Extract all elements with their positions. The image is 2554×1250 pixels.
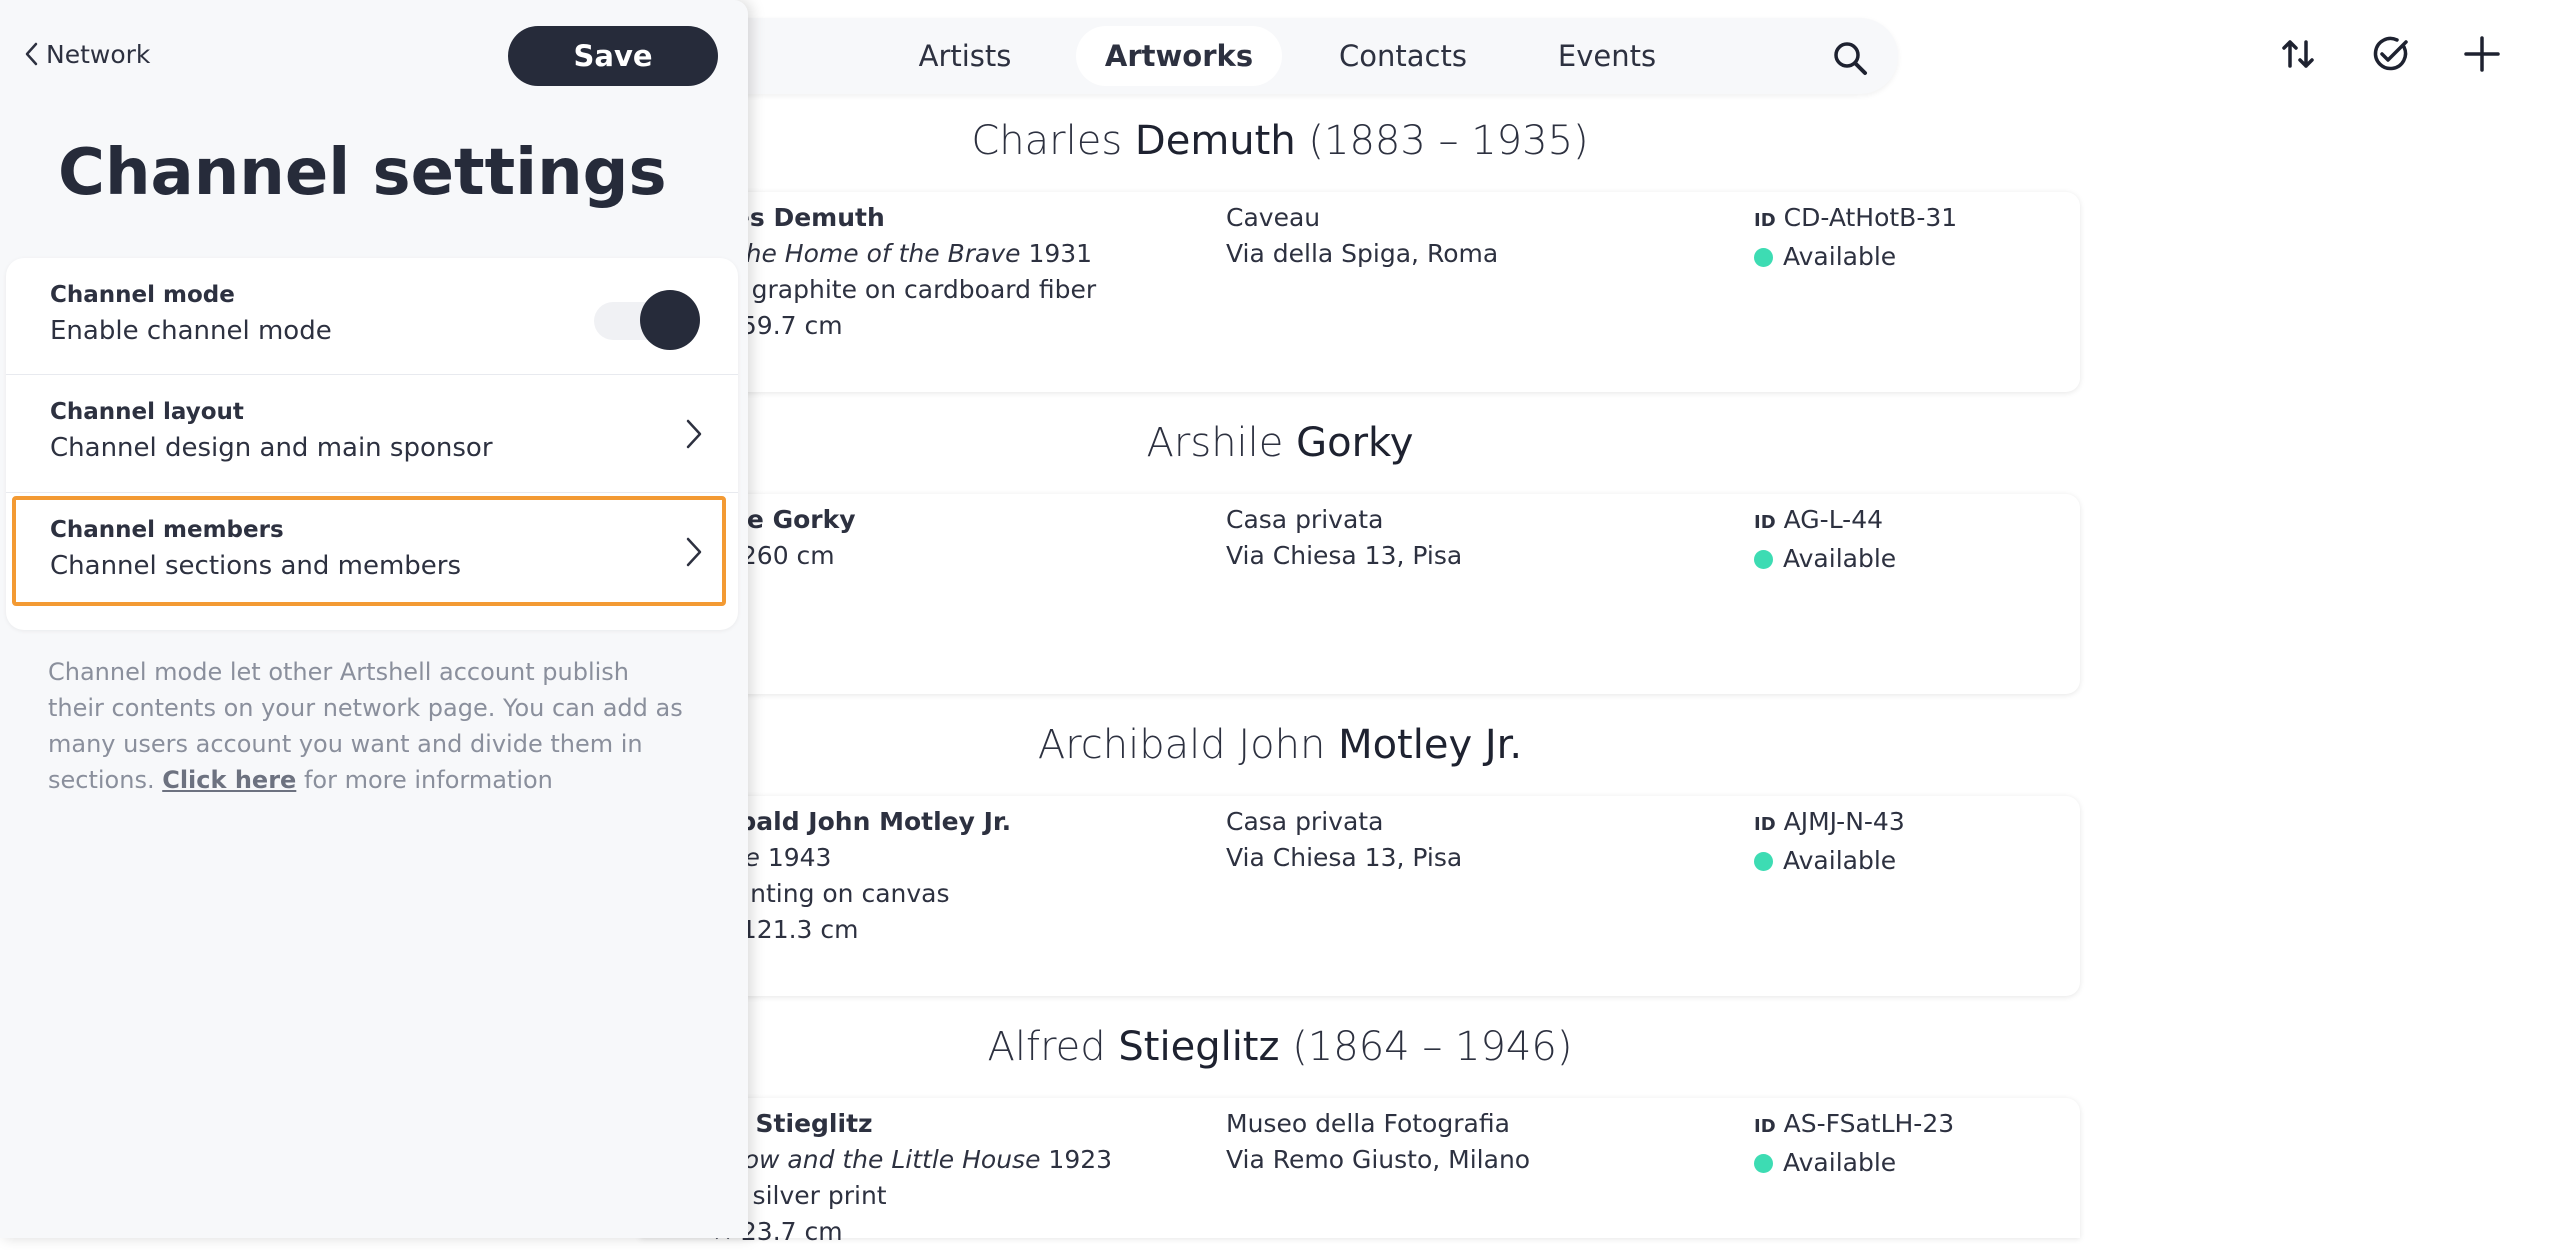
artwork-id-status: ID CD-AtHotB-31 Available: [1754, 200, 1957, 275]
artist-first-name: Archibald John: [1037, 722, 1326, 768]
artist-first-name: Charles: [971, 118, 1123, 164]
artist-heading: Alfred Stieglitz (1864 – 1946): [600, 1024, 1960, 1070]
artwork-title: Snow and the Little House: [712, 1145, 1041, 1174]
back-label: Network: [46, 40, 151, 69]
tab-events[interactable]: Events: [1522, 26, 1692, 86]
tab-artists[interactable]: Artists: [880, 26, 1050, 86]
artwork-artist: hibald John Motley Jr.: [712, 807, 1012, 836]
status-dot: [1754, 852, 1773, 871]
artwork-year: 1931: [1028, 239, 1093, 268]
artwork-details: ed Stieglitz Snow and the Little House 1…: [712, 1106, 1112, 1250]
status-badge: Available: [1783, 242, 1897, 271]
artist-years: (1883 – 1935): [1308, 118, 1589, 164]
status-dot: [1754, 550, 1773, 569]
setting-description: Channel sections and members: [50, 551, 462, 581]
setting-description: Channel design and main sponsor: [50, 433, 493, 463]
chevron-right-icon: [686, 537, 702, 567]
channel-mode-toggle[interactable]: [592, 290, 700, 350]
save-button[interactable]: Save: [508, 26, 718, 86]
location-name: Casa privata: [1226, 807, 1384, 836]
plus-icon[interactable]: [2460, 32, 2504, 76]
location-name: Museo della Fotografia: [1226, 1109, 1510, 1138]
check-circle-icon[interactable]: [2368, 32, 2412, 76]
artwork-artist: ed Stieglitz: [712, 1109, 873, 1138]
artwork-size: × 121.3 cm: [712, 915, 859, 944]
back-button[interactable]: Network: [24, 40, 150, 69]
search-icon[interactable]: [1830, 38, 1870, 78]
status-dot: [1754, 248, 1773, 267]
artwork-details: rles Demuth d the Home of the Brave 1931…: [712, 200, 1096, 344]
tab-contacts[interactable]: Contacts: [1310, 26, 1496, 86]
artist-last-name: Gorky: [1296, 420, 1414, 466]
artwork-size: × 59.7 cm: [712, 311, 843, 340]
channel-settings-panel: Network Save Channel settings Channel mo…: [0, 0, 748, 1238]
id-label: ID: [1754, 1116, 1776, 1137]
channel-mode-info: Channel mode let other Artshell account …: [48, 654, 688, 798]
artwork-location: Caveau Via della Spiga, Roma: [1226, 200, 1498, 272]
info-suffix: for more information: [303, 766, 553, 794]
setting-label: Channel layout: [50, 399, 244, 425]
setting-description: Enable channel mode: [50, 316, 332, 346]
artwork-id-status: ID AG-L-44 Available: [1754, 502, 1896, 577]
page-title: Channel settings: [58, 136, 667, 210]
tab-artworks[interactable]: Artworks: [1076, 26, 1282, 86]
status-dot: [1754, 1154, 1773, 1173]
artwork-id: AJMJ-N-43: [1783, 807, 1905, 836]
artist-last-name: Stieglitz: [1118, 1024, 1280, 1070]
artist-heading: Charles Demuth (1883 – 1935): [600, 118, 1960, 164]
artwork-id-status: ID AJMJ-N-43 Available: [1754, 804, 1905, 879]
artwork-id-status: ID AS-FSatLH-23 Available: [1754, 1106, 1954, 1181]
artwork-card[interactable]: hile Gorky × 260 cm Casa privata Via Chi…: [640, 494, 2080, 694]
artwork-year: 1923: [1048, 1145, 1113, 1174]
channel-layout-row[interactable]: Channel layout Channel design and main s…: [6, 374, 738, 493]
artwork-card[interactable]: ed Stieglitz Snow and the Little House 1…: [640, 1098, 2080, 1246]
sort-arrows-icon[interactable]: [2276, 32, 2320, 76]
artwork-medium: tin silver print: [712, 1181, 887, 1210]
artwork-artist: rles Demuth: [712, 203, 885, 232]
artwork-medium: painting on canvas: [712, 879, 950, 908]
status-badge: Available: [1783, 544, 1897, 573]
artist-heading: Arshile Gorky: [600, 420, 1960, 466]
artwork-year: 1943: [767, 843, 832, 872]
artwork-card[interactable]: rles Demuth d the Home of the Brave 1931…: [640, 192, 2080, 392]
toggle-knob: [640, 290, 700, 350]
artist-years: (1864 – 1946): [1292, 1024, 1573, 1070]
chevron-left-icon: [25, 42, 38, 66]
top-navigation: Artists Artworks Contacts Events: [680, 18, 1898, 94]
status-badge: Available: [1783, 846, 1897, 875]
artist-heading: Archibald John Motley Jr.: [600, 722, 1960, 768]
artwork-size: × 23.7 cm: [712, 1217, 843, 1246]
artwork-medium: nd graphite on cardboard fiber: [712, 275, 1097, 304]
channel-members-row[interactable]: Channel members Channel sections and mem…: [6, 492, 738, 611]
setting-label: Channel mode: [50, 282, 235, 308]
artist-last-name: Demuth: [1134, 118, 1296, 164]
artwork-card[interactable]: hibald John Motley Jr. tlife 1943 painti…: [640, 796, 2080, 996]
location-address: Via Remo Giusto, Milano: [1226, 1145, 1531, 1174]
artwork-location: Casa privata Via Chiesa 13, Pisa: [1226, 804, 1462, 876]
location-name: Caveau: [1226, 203, 1321, 232]
artwork-location: Museo della Fotografia Via Remo Giusto, …: [1226, 1106, 1530, 1178]
artwork-title: d the Home of the Brave: [712, 239, 1021, 268]
artist-first-name: Arshile: [1146, 420, 1284, 466]
artwork-details: hibald John Motley Jr. tlife 1943 painti…: [712, 804, 1011, 948]
chevron-right-icon: [686, 419, 702, 449]
location-name: Casa privata: [1226, 505, 1384, 534]
status-badge: Available: [1783, 1148, 1897, 1177]
channel-mode-row: Channel mode Enable channel mode: [6, 258, 738, 374]
click-here-link[interactable]: Click here: [162, 766, 296, 794]
artist-last-name: Motley Jr.: [1338, 722, 1523, 768]
artwork-id: AS-FSatLH-23: [1783, 1109, 1955, 1138]
settings-group: Channel mode Enable channel mode Channel…: [6, 258, 738, 630]
setting-label: Channel members: [50, 517, 284, 543]
artwork-id: AG-L-44: [1783, 505, 1884, 534]
location-address: Via della Spiga, Roma: [1226, 239, 1499, 268]
id-label: ID: [1754, 814, 1776, 835]
artwork-id: CD-AtHotB-31: [1783, 203, 1958, 232]
id-label: ID: [1754, 210, 1776, 231]
artwork-location: Casa privata Via Chiesa 13, Pisa: [1226, 502, 1462, 574]
location-address: Via Chiesa 13, Pisa: [1226, 541, 1463, 570]
artist-first-name: Alfred: [987, 1024, 1106, 1070]
id-label: ID: [1754, 512, 1776, 533]
location-address: Via Chiesa 13, Pisa: [1226, 843, 1463, 872]
